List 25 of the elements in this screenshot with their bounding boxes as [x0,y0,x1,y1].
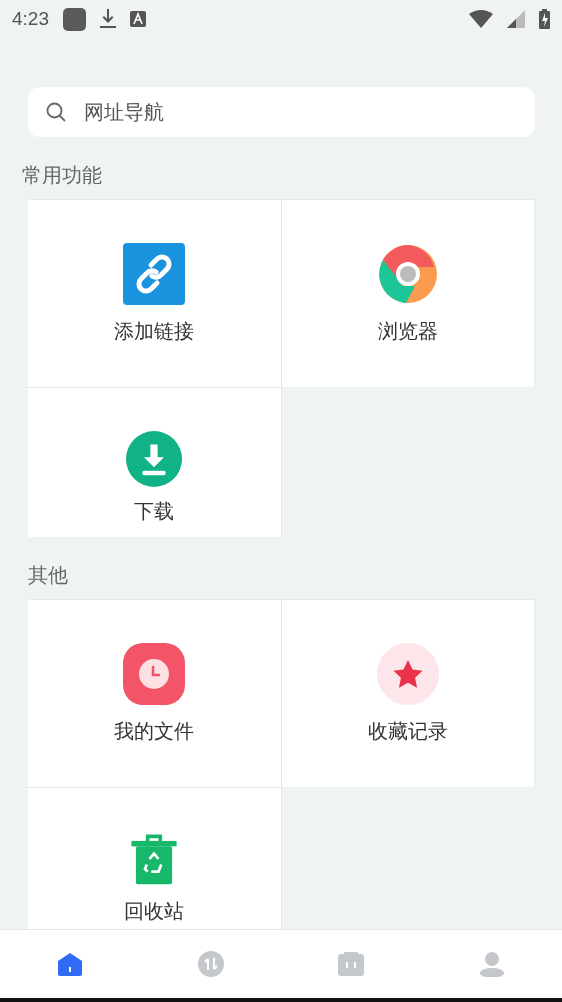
browser-icon [376,243,439,305]
status-time: 4:23 [12,8,49,30]
home-icon [57,952,84,976]
transfer-icon [197,951,224,977]
feature-tile[interactable]: 浏览器 [281,199,535,387]
search-field[interactable]: 网址导航 [28,87,535,137]
download-icon [126,431,183,487]
search-icon [46,102,66,122]
section-title: 常用功能 [22,162,103,189]
profile-icon [478,951,505,977]
feature-tile[interactable]: 我的文件 [28,599,282,787]
wifi-icon [469,10,493,28]
clock-icon [123,643,186,705]
section-title: 其他 [28,562,69,589]
box-icon [338,952,365,976]
battery-icon [539,9,550,29]
feature-tile[interactable]: 添加链接 [28,199,282,387]
signal-icon [507,10,525,28]
keyboard-icon [130,11,146,27]
app-notification-icon [63,7,86,31]
link-icon [123,243,186,305]
download-icon [100,9,116,29]
feature-tile[interactable]: 回收站 [28,787,282,929]
feature-tile[interactable]: 收藏记录 [281,599,535,787]
feature-tile[interactable]: 下载 [28,387,282,537]
